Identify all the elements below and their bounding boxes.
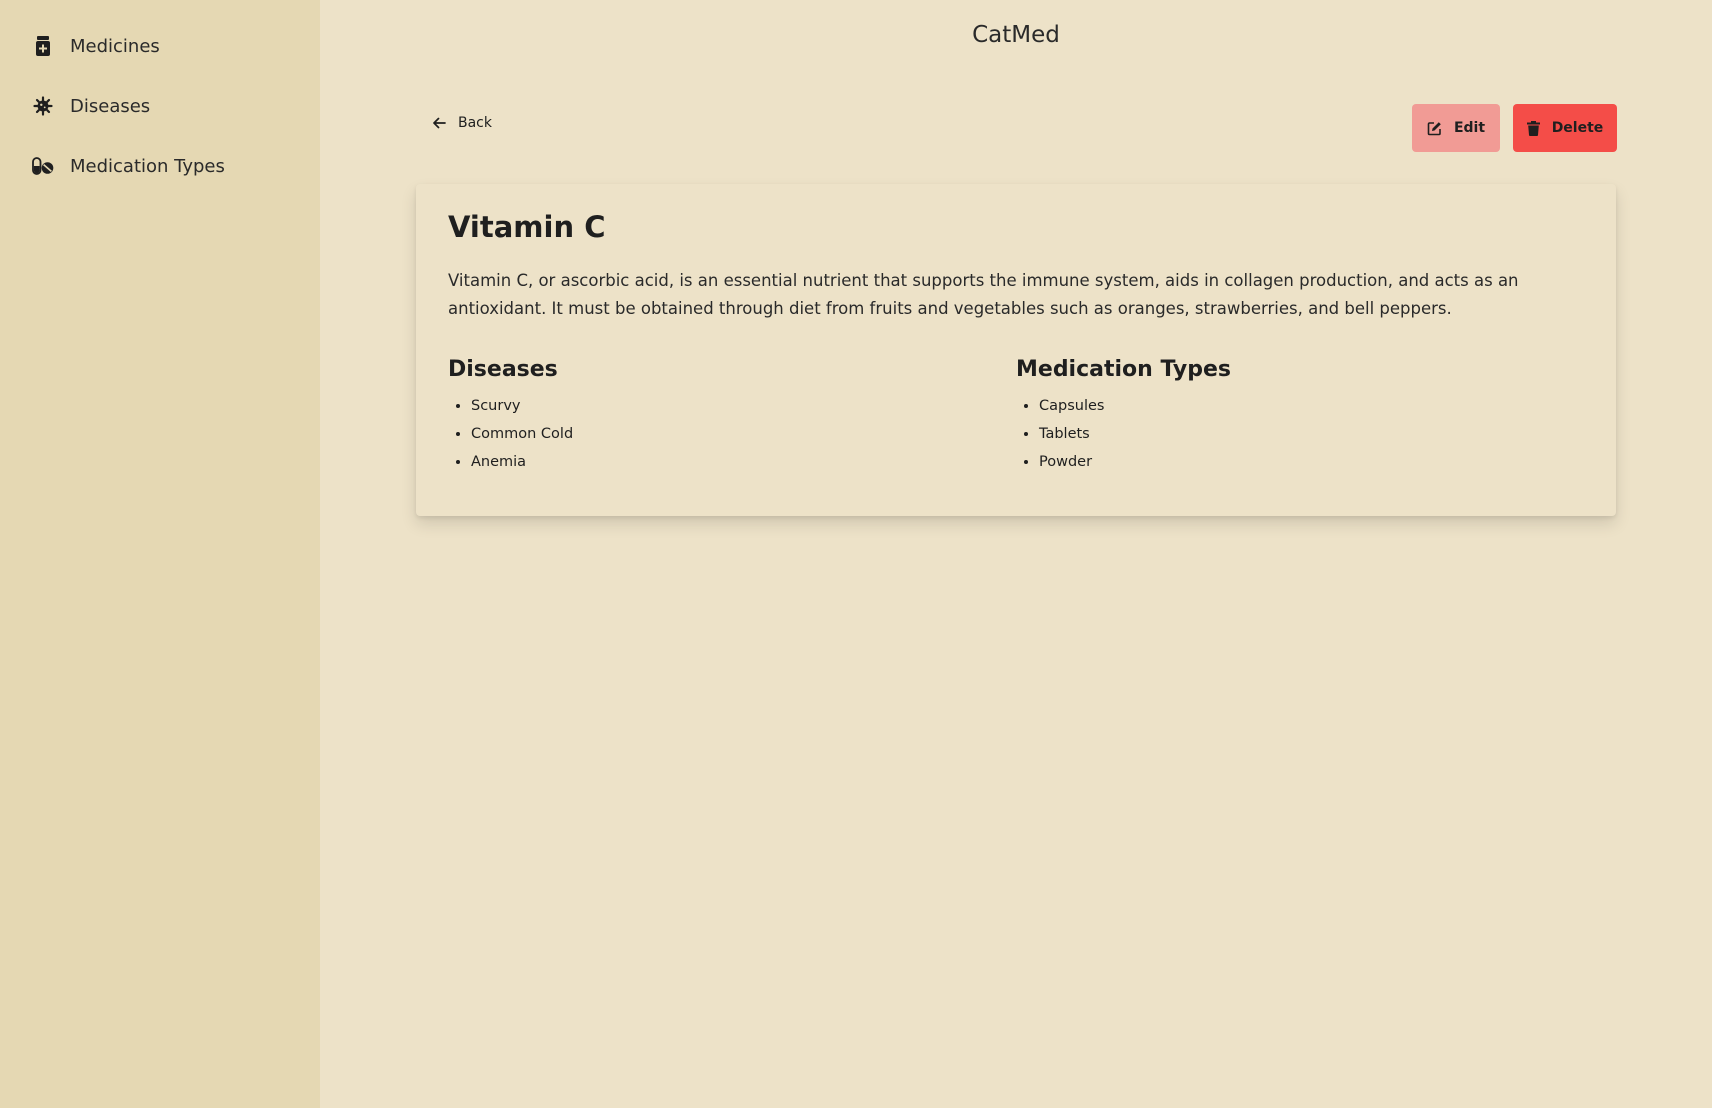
delete-button[interactable]: Delete [1513,104,1617,152]
list-item: Anemia [471,448,1016,476]
arrow-left-icon [432,117,446,129]
app-root: Medicines Diseases Medication Types CatM… [0,0,1712,1108]
sidebar: Medicines Diseases Medication Types [0,0,320,1108]
list-item: Capsules [1039,392,1584,420]
medication-types-heading: Medication Types [1016,356,1231,382]
sidebar-item-label: Medicines [70,35,160,57]
medication-types-list: Capsules Tablets Powder [1016,392,1584,476]
medicine-name: Vitamin C [448,210,606,244]
sidebar-item-label: Medication Types [70,155,225,177]
medicine-bottle-icon [32,35,54,57]
main-content: CatMed Back Edit Delete Vitamin C Vitami… [320,0,1712,1108]
diseases-section: Diseases Scurvy Common Cold Anemia [448,357,1016,476]
edit-label: Edit [1453,120,1486,136]
medication-types-section: Medication Types Capsules Tablets Powder [1016,357,1584,476]
edit-icon [1427,121,1442,136]
list-item: Tablets [1039,420,1584,448]
pills-icon [32,155,54,177]
back-label: Back [458,115,492,131]
delete-label: Delete [1551,120,1604,136]
sidebar-item-medicines[interactable]: Medicines [0,28,320,64]
sidebar-item-medication-types[interactable]: Medication Types [0,148,320,184]
edit-button[interactable]: Edit [1412,104,1500,152]
medicine-detail-card: Vitamin C Vitamin C, or ascorbic acid, i… [416,184,1616,516]
sidebar-item-diseases[interactable]: Diseases [0,88,320,124]
back-button[interactable]: Back [432,115,492,131]
list-item: Powder [1039,448,1584,476]
list-item: Scurvy [471,392,1016,420]
virus-icon [32,95,54,117]
diseases-list: Scurvy Common Cold Anemia [448,392,1016,476]
diseases-heading: Diseases [448,356,558,382]
app-title: CatMed [972,22,1060,48]
sidebar-item-label: Diseases [70,95,151,117]
medicine-description: Vitamin C, or ascorbic acid, is an essen… [448,270,1519,318]
trash-icon [1526,120,1540,136]
related-columns: Diseases Scurvy Common Cold Anemia Medic… [448,357,1584,476]
list-item: Common Cold [471,420,1016,448]
